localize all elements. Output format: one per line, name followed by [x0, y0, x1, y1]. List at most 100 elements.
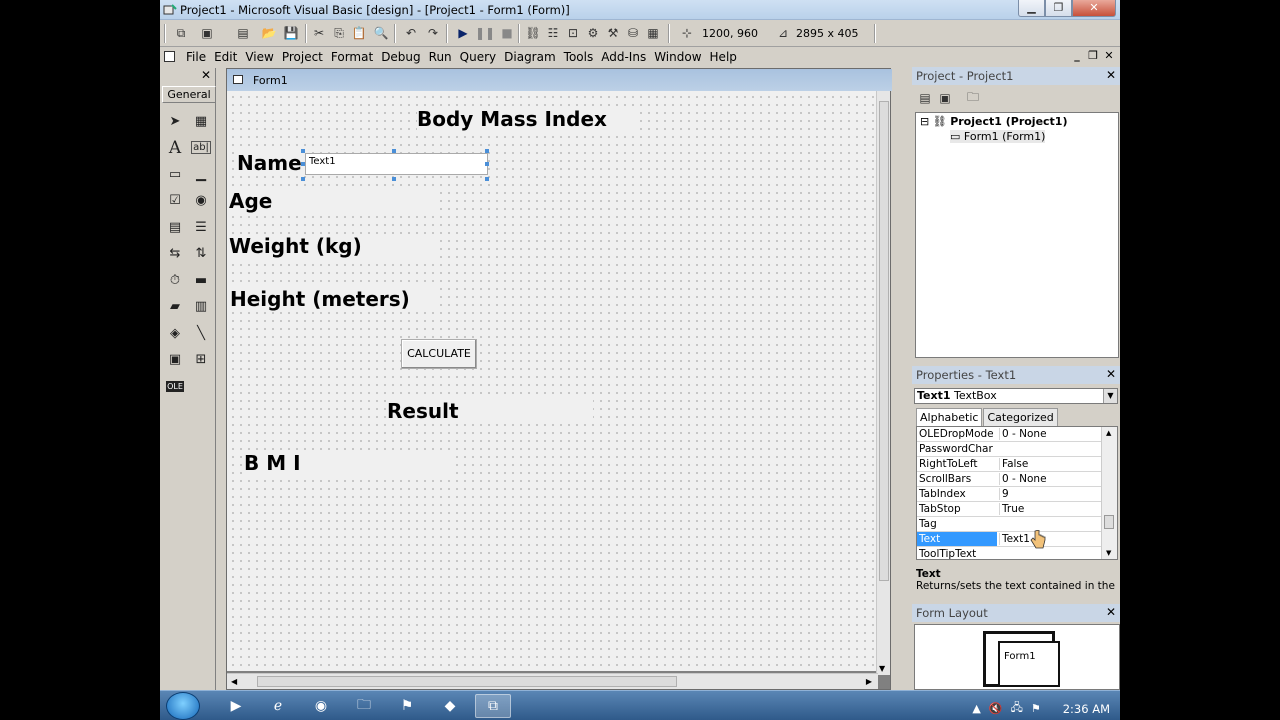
resize-handle[interactable] — [392, 149, 396, 153]
property-row[interactable]: PasswordChar — [917, 442, 1101, 457]
mini-form[interactable]: Form1 — [998, 641, 1060, 687]
resize-handle[interactable] — [392, 177, 396, 181]
mdi-restore-button[interactable]: ❐ — [1086, 50, 1100, 63]
resize-handle[interactable] — [485, 177, 489, 181]
visual-basic-taskbar-icon[interactable]: ⚑ — [389, 694, 425, 718]
filelistbox-tool[interactable]: ▥ — [188, 294, 214, 321]
vertical-scroll-thumb[interactable] — [879, 101, 889, 581]
menu-editor-icon[interactable]: ▤ — [234, 24, 252, 42]
add-form-icon[interactable]: ▣ — [198, 24, 216, 42]
menu-edit[interactable]: Edit — [210, 50, 241, 64]
menu-format[interactable]: Format — [327, 50, 377, 64]
checkbox-tool[interactable]: ☑ — [162, 188, 188, 215]
media-player-icon[interactable]: ▶ — [218, 694, 254, 718]
project-explorer-icon[interactable]: ⛓ — [524, 24, 542, 42]
label-title[interactable]: Body Mass Index — [417, 107, 637, 131]
menu-view[interactable]: View — [241, 50, 277, 64]
internet-explorer-icon[interactable]: ℯ — [260, 694, 296, 718]
action-center-icon[interactable]: ⚑ — [1031, 702, 1041, 715]
cut-icon[interactable]: ✂ — [310, 24, 328, 42]
close-button[interactable]: ✕ — [1072, 0, 1116, 17]
object-browser-icon[interactable]: ⚙ — [584, 24, 602, 42]
combobox-tool[interactable]: ▤ — [162, 214, 188, 241]
property-row[interactable]: TabIndex 9 — [917, 487, 1101, 502]
form-mdi-icon[interactable] — [164, 51, 175, 62]
scroll-up-icon[interactable]: ▲ — [1106, 429, 1111, 437]
dirlistbox-tool[interactable]: ▰ — [162, 294, 188, 321]
hscrollbar-tool[interactable]: ⇆ — [162, 241, 188, 268]
minimize-button[interactable]: ▁ — [1018, 0, 1045, 17]
form-canvas[interactable]: Body Mass Index Name Text1 Age Weight (k… — [227, 91, 885, 671]
property-row[interactable]: OLEDropMode 0 - None — [917, 427, 1101, 442]
break-icon[interactable]: ❚❚ — [475, 24, 495, 42]
property-grid-scroll-thumb[interactable] — [1104, 515, 1114, 529]
scroll-right-icon[interactable]: ▶ — [866, 677, 872, 686]
scroll-down-icon[interactable]: ▼ — [1106, 549, 1111, 557]
scroll-left-icon[interactable]: ◀ — [231, 677, 237, 686]
toolbox-icon[interactable]: ⚒ — [604, 24, 622, 42]
picturebox-tool[interactable]: ▦ — [188, 108, 214, 135]
property-row[interactable]: ScrollBars 0 - None — [917, 472, 1101, 487]
mdi-close-button[interactable]: ✕ — [1102, 50, 1116, 63]
add-project-icon[interactable]: ⧉ — [172, 24, 190, 42]
copy-icon[interactable]: ⎘ — [330, 24, 348, 42]
menu-debug[interactable]: Debug — [377, 50, 424, 64]
tree-item-form[interactable]: ▭ Form1 (Form1) — [950, 130, 1046, 143]
tab-categorized[interactable]: Categorized — [983, 408, 1058, 426]
property-value[interactable]: False — [999, 458, 1099, 470]
object-selector[interactable]: Text1 TextBox ▼ — [914, 388, 1118, 404]
resize-handle[interactable] — [301, 149, 305, 153]
menu-project[interactable]: Project — [278, 50, 327, 64]
view-object-icon[interactable]: ▣ — [936, 89, 954, 107]
horizontal-scroll-thumb[interactable] — [257, 676, 677, 687]
scroll-down-icon[interactable]: ▼ — [879, 664, 885, 673]
clock[interactable]: 2:36 AM — [1063, 702, 1110, 716]
shape-tool[interactable]: ◈ — [162, 320, 188, 347]
show-hidden-icons-icon[interactable]: ▲ — [972, 702, 980, 715]
property-row[interactable]: RightToLeft False — [917, 457, 1101, 472]
project-panel-close-button[interactable]: ✕ — [1106, 68, 1116, 82]
property-value[interactable]: Text1 — [999, 533, 1099, 545]
start-button[interactable] — [166, 692, 200, 720]
resize-handle[interactable] — [485, 162, 489, 166]
menu-help[interactable]: Help — [706, 50, 741, 64]
drivelistbox-tool[interactable]: ▬ — [188, 267, 214, 294]
image-tool[interactable]: ▣ — [162, 347, 188, 374]
vb-design-taskbar-icon[interactable]: ⧉ — [475, 694, 511, 718]
volume-icon[interactable]: 🔇 — [989, 702, 1003, 715]
data-tool[interactable]: ⊞ — [188, 347, 214, 374]
form-caption-bar[interactable]: Form1 — [227, 69, 892, 91]
commandbutton-tool[interactable]: ▁ — [188, 161, 214, 188]
property-row[interactable]: Tag — [917, 517, 1101, 532]
resize-handle[interactable] — [301, 162, 305, 166]
designer-horizontal-scrollbar[interactable]: ◀ ▶ — [227, 673, 878, 689]
label-result[interactable]: Result — [387, 399, 593, 423]
network-icon[interactable]: 🖧 — [1011, 699, 1023, 718]
label-name[interactable]: Name — [237, 151, 307, 175]
menu-run[interactable]: Run — [425, 50, 456, 64]
property-row[interactable]: TabStop True — [917, 502, 1101, 517]
paste-icon[interactable]: 📋 — [350, 24, 368, 42]
line-tool[interactable]: ╲ — [188, 320, 214, 347]
calculate-button[interactable]: CALCULATE — [401, 339, 477, 369]
toolbox-general-tab[interactable]: General — [162, 86, 216, 103]
undo-icon[interactable]: ↶ — [402, 24, 420, 42]
textbox-tool[interactable]: ab| — [188, 135, 214, 162]
tab-alphabetic[interactable]: Alphabetic — [916, 408, 983, 426]
end-icon[interactable]: ■ — [498, 24, 516, 42]
form-layout-icon[interactable]: ⊡ — [564, 24, 582, 42]
text1-textbox[interactable]: Text1 — [305, 153, 488, 175]
tree-item-project[interactable]: ⊟ ⛓ Project1 (Project1) — [920, 115, 1068, 128]
component-manager-icon[interactable]: ▦ — [644, 24, 662, 42]
resize-handle[interactable] — [301, 177, 305, 181]
open-project-icon[interactable]: 📂 — [260, 24, 278, 42]
toolbox-close-button[interactable]: ✕ — [200, 69, 212, 82]
menu-window[interactable]: Window — [650, 50, 705, 64]
resize-handle[interactable] — [485, 149, 489, 153]
ole-tool[interactable]: OLE — [162, 373, 188, 400]
label-bmi[interactable]: B M I — [244, 451, 450, 475]
property-value[interactable]: 0 - None — [999, 473, 1099, 485]
pointer-tool[interactable]: ➤ — [162, 108, 188, 135]
label-height[interactable]: Height (meters) — [230, 287, 435, 311]
start-icon[interactable]: ▶ — [454, 24, 472, 42]
